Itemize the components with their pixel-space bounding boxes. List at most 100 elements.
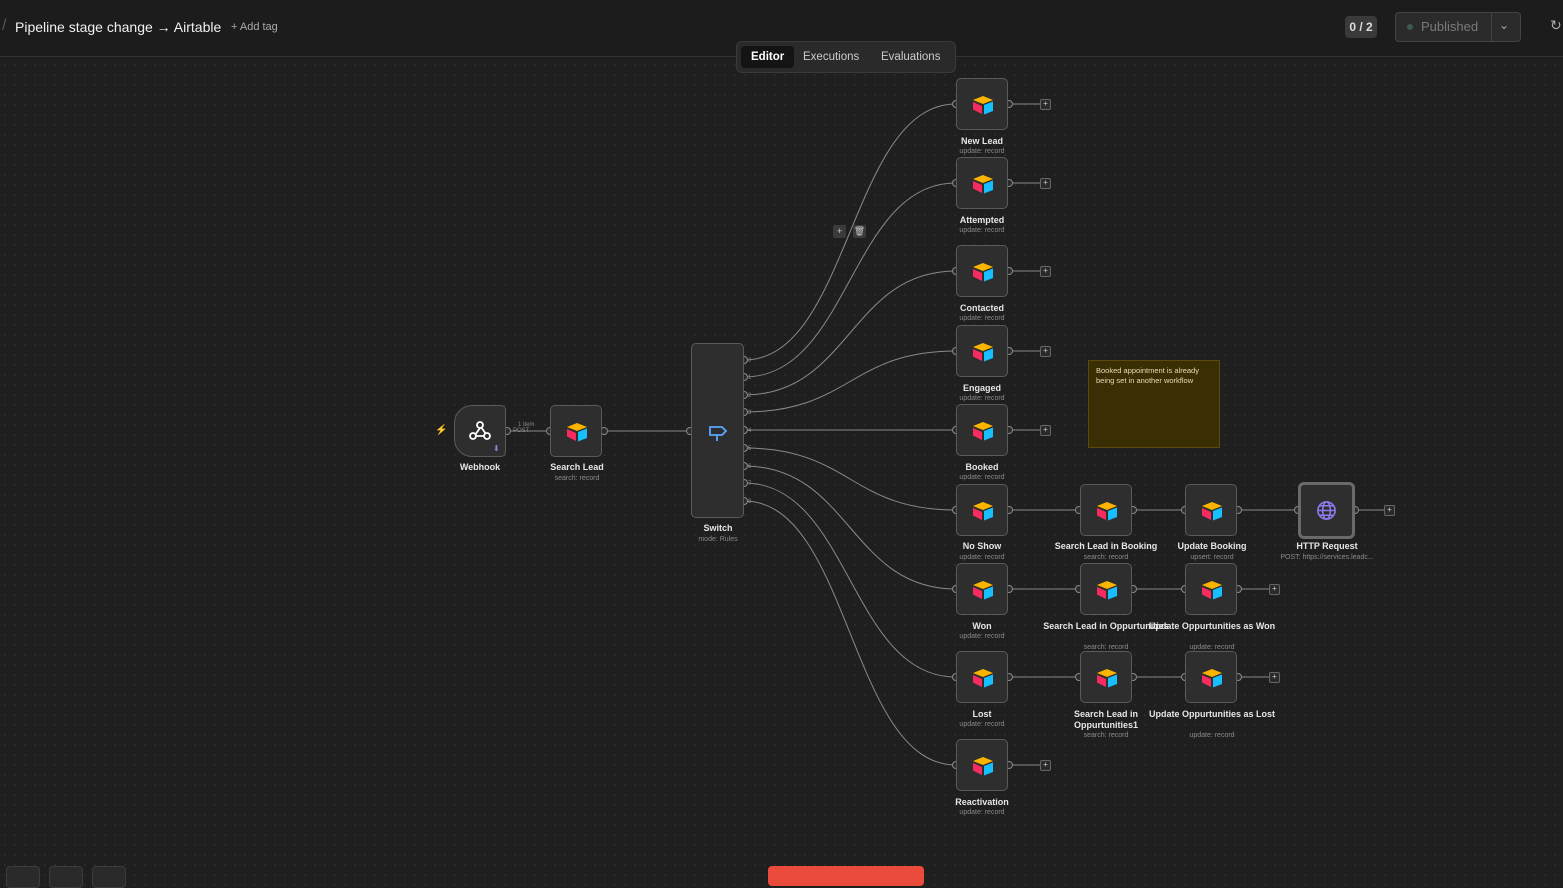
sub-no-show: update: record	[959, 554, 1005, 561]
pin-icon: ⬇	[493, 444, 500, 453]
airtable-icon	[973, 343, 993, 362]
node-update-booking[interactable]	[1185, 484, 1237, 536]
airtable-icon	[1202, 581, 1222, 600]
sub-update-oppurtunities-lost: update: record	[1189, 732, 1235, 739]
label-lost: Lost	[972, 709, 992, 719]
airtable-icon	[1202, 669, 1222, 688]
sub-reactivation: update: record	[959, 809, 1005, 816]
sub-contacted: update: record	[959, 315, 1005, 322]
node-search-lead-in-oppurtunities1[interactable]	[1080, 651, 1132, 703]
airtable-icon	[973, 422, 993, 441]
airtable-icon	[1097, 669, 1117, 688]
add-node-plus-icon[interactable]: +	[1040, 760, 1051, 771]
add-node-plus-icon[interactable]: +	[1040, 178, 1051, 189]
connection	[743, 350, 957, 413]
add-node-plus-icon[interactable]: +	[1040, 425, 1051, 436]
svg-text:2: 2	[748, 393, 752, 399]
sub-search-lead: search: record	[554, 475, 600, 482]
sub-lost: update: record	[959, 721, 1005, 728]
airtable-icon	[973, 581, 993, 600]
node-search-lead-in-oppurtunities[interactable]	[1080, 563, 1132, 615]
zoom-in-button[interactable]	[49, 866, 83, 888]
node-switch[interactable]	[691, 343, 744, 518]
label-engaged: Engaged	[962, 383, 1001, 393]
airtable-icon	[1097, 502, 1117, 521]
sticky-note[interactable]: Booked appointment is already being set …	[1088, 360, 1220, 448]
add-node-plus-icon[interactable]: +	[1384, 505, 1395, 516]
globe-icon	[1317, 501, 1336, 520]
connection	[743, 482, 957, 678]
execute-workflow-button[interactable]	[768, 866, 924, 886]
label-update-oppurtunities-won: Update Oppurtunities as Won	[1148, 621, 1276, 631]
add-node-plus-icon[interactable]: +	[1269, 672, 1280, 683]
trigger-bolt-icon: ⚡	[435, 425, 448, 436]
sub-switch: mode: Rules	[698, 536, 738, 543]
sub-won: update: record	[959, 633, 1005, 640]
connections-layer: 0 1 2 3 4 5 6 7 8 1 item POST	[503, 100, 1384, 769]
sub-attempted: update: record	[959, 227, 1005, 234]
airtable-icon	[973, 757, 993, 776]
node-no-show[interactable]	[956, 484, 1008, 536]
airtable-icon	[567, 423, 587, 442]
node-engaged[interactable]	[956, 325, 1008, 377]
node-update-oppurtunities-won[interactable]	[1185, 563, 1237, 615]
node-reactivation[interactable]	[956, 739, 1008, 791]
label-search-lead: Search Lead	[550, 462, 604, 472]
sub-update-booking: upsert: record	[1190, 554, 1234, 561]
label-no-show: No Show	[962, 541, 1002, 551]
add-node-plus-icon[interactable]: +	[1040, 266, 1051, 277]
sub-http-request: POST: https://services.leadc...	[1280, 554, 1374, 561]
node-update-oppurtunities-lost[interactable]	[1185, 651, 1237, 703]
svg-text:6: 6	[748, 464, 752, 470]
label-http-request: HTTP Request	[1296, 541, 1358, 551]
label-update-booking: Update Booking	[1177, 541, 1247, 551]
switch-icon	[709, 426, 728, 441]
svg-text:8: 8	[748, 499, 752, 505]
node-search-lead[interactable]	[550, 405, 602, 457]
node-search-lead-in-booking[interactable]	[1080, 484, 1132, 536]
label-booked: Booked	[965, 462, 999, 472]
airtable-icon	[973, 502, 993, 521]
node-http-request[interactable]	[1298, 482, 1355, 539]
node-contacted[interactable]	[956, 245, 1008, 297]
label-switch: Switch	[703, 523, 733, 533]
airtable-icon	[1097, 581, 1117, 600]
edge-method: POST	[513, 428, 530, 434]
sub-booked: update: record	[959, 474, 1005, 481]
add-node-plus-icon[interactable]: +	[1040, 346, 1051, 357]
connection	[743, 182, 957, 378]
label-update-oppurtunities-lost: Update Oppurtunities as Lost	[1148, 709, 1275, 719]
svg-text:3: 3	[748, 410, 752, 416]
airtable-icon	[973, 263, 993, 282]
node-attempted[interactable]	[956, 157, 1008, 209]
svg-text:1: 1	[748, 375, 752, 381]
svg-text:4: 4	[748, 428, 752, 434]
airtable-icon	[973, 175, 993, 194]
zoom-out-button[interactable]	[92, 866, 126, 888]
label-new-lead: New Lead	[960, 136, 1003, 146]
label-contacted: Contacted	[959, 303, 1004, 313]
airtable-icon	[973, 96, 993, 115]
svg-text:5: 5	[748, 446, 752, 452]
sub-engaged: update: record	[959, 395, 1005, 402]
add-node-plus-icon[interactable]: +	[1269, 584, 1280, 595]
zoom-fit-button[interactable]	[6, 866, 40, 888]
airtable-icon	[1202, 502, 1222, 521]
node-new-lead[interactable]	[956, 78, 1008, 130]
delete-edge-icon[interactable]: 🗑	[853, 225, 866, 238]
label-won: Won	[972, 621, 992, 631]
node-lost[interactable]	[956, 651, 1008, 703]
svg-text:7: 7	[748, 481, 752, 487]
sub-update-oppurtunities-won: update: record	[1189, 644, 1235, 651]
node-booked[interactable]	[956, 404, 1008, 456]
node-webhook[interactable]: ⬇	[454, 405, 506, 457]
connection	[743, 270, 957, 396]
svg-text:0: 0	[748, 358, 752, 364]
airtable-icon	[973, 669, 993, 688]
node-won[interactable]	[956, 563, 1008, 615]
add-node-plus-icon[interactable]: +	[1040, 99, 1051, 110]
add-node-edge-button[interactable]: +	[833, 225, 846, 238]
sub-new-lead: update: record	[959, 148, 1005, 155]
label-attempted: Attempted	[959, 215, 1005, 225]
label-reactivation: Reactivation	[955, 797, 1009, 807]
